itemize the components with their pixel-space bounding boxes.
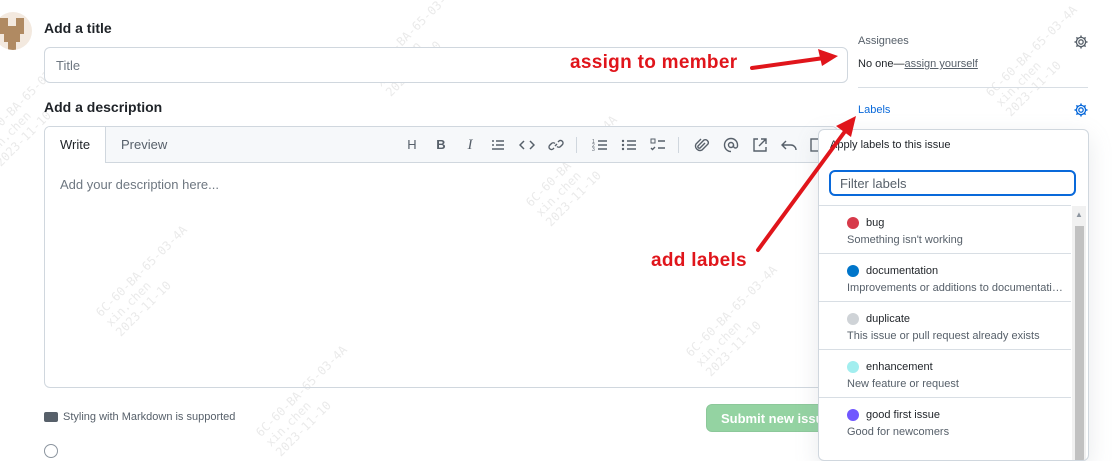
arrow-to-assignees: [750, 49, 838, 70]
annotation-arrows: [750, 49, 856, 252]
arrow-to-labels: [756, 116, 856, 252]
